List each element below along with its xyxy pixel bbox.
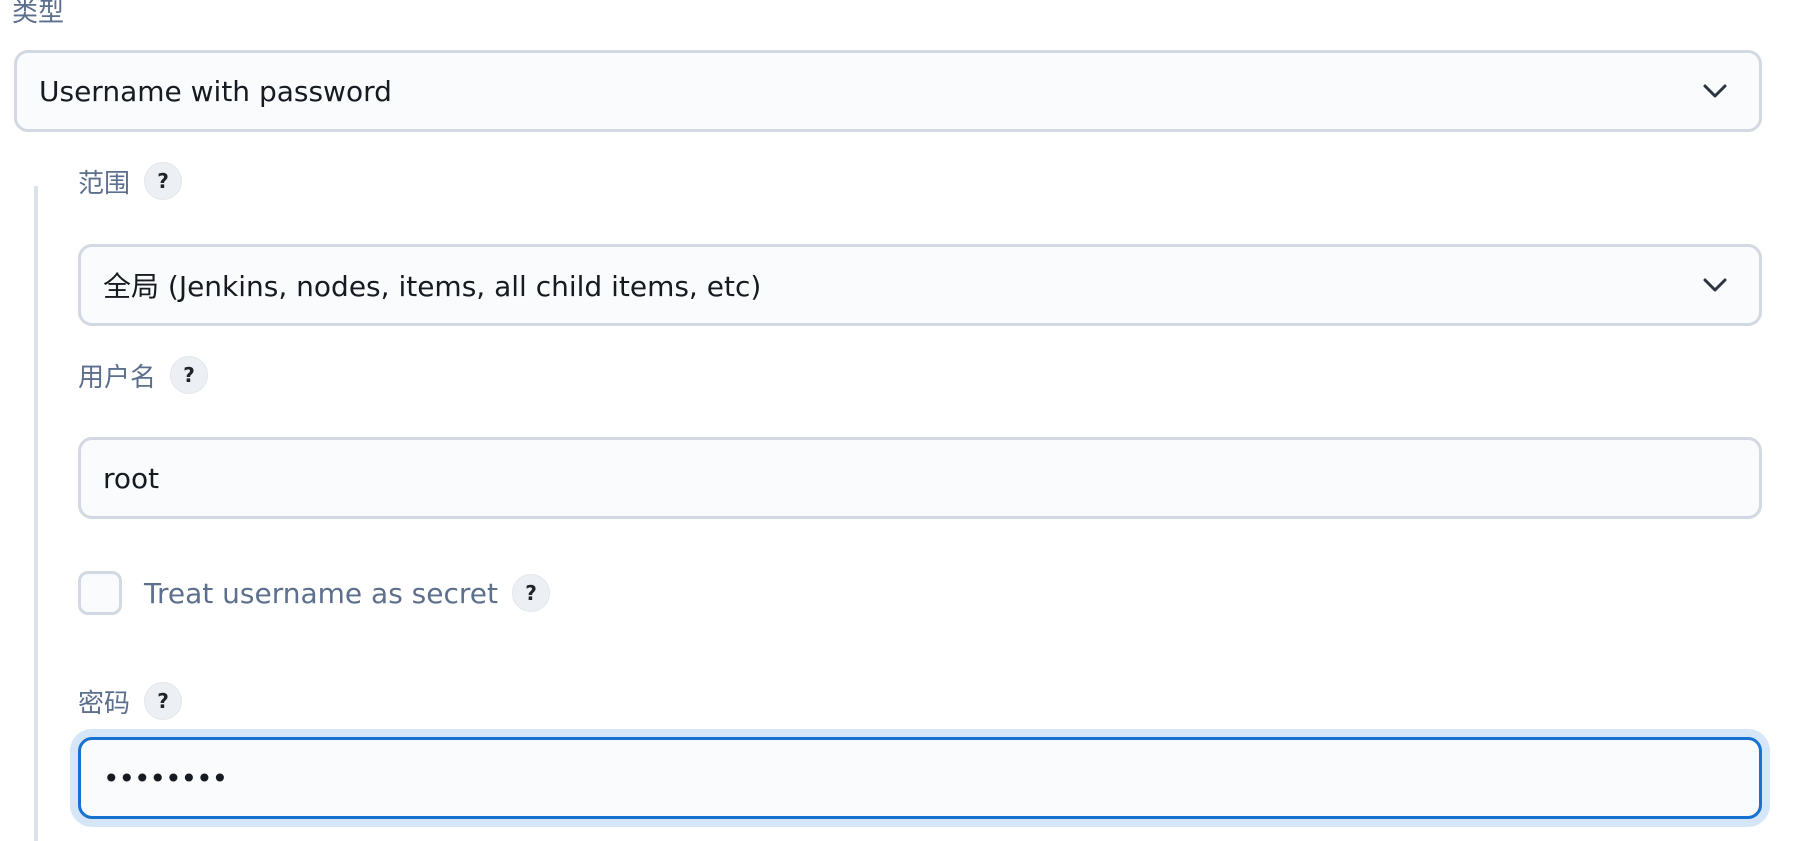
username-label: 用户名 (78, 362, 157, 393)
type-select-value: Username with password (39, 74, 392, 108)
username-help-icon[interactable]: ? (170, 356, 209, 394)
type-select[interactable]: Username with password (14, 50, 1762, 132)
type-label: 类型 (12, 0, 65, 28)
scope-select-value: 全局 (Jenkins, nodes, items, all child ite… (103, 270, 762, 303)
treat-secret-help-icon[interactable]: ? (512, 574, 550, 612)
treat-secret-row: Treat username as secret ? (78, 571, 550, 615)
credentials-form: 类型 Username with password 范围 ? 全局 (Jenki… (0, 0, 1793, 841)
scope-label: 范围 (78, 168, 131, 199)
scope-label-row: 范围 ? (78, 161, 183, 201)
scope-help-icon[interactable]: ? (144, 162, 183, 200)
treat-secret-label[interactable]: Treat username as secret (144, 577, 498, 610)
password-input[interactable]: •••••••• (78, 737, 1762, 819)
chevron-down-icon (1693, 263, 1737, 307)
treat-secret-checkbox[interactable] (78, 571, 122, 615)
chevron-down-icon (1693, 69, 1737, 113)
username-label-row: 用户名 ? (78, 355, 209, 395)
password-help-icon[interactable]: ? (144, 682, 183, 720)
password-label: 密码 (78, 688, 131, 719)
scope-select[interactable]: 全局 (Jenkins, nodes, items, all child ite… (78, 244, 1762, 326)
nested-group-bar (34, 186, 38, 841)
username-input[interactable]: root (78, 437, 1762, 519)
password-label-row: 密码 ? (78, 681, 183, 721)
